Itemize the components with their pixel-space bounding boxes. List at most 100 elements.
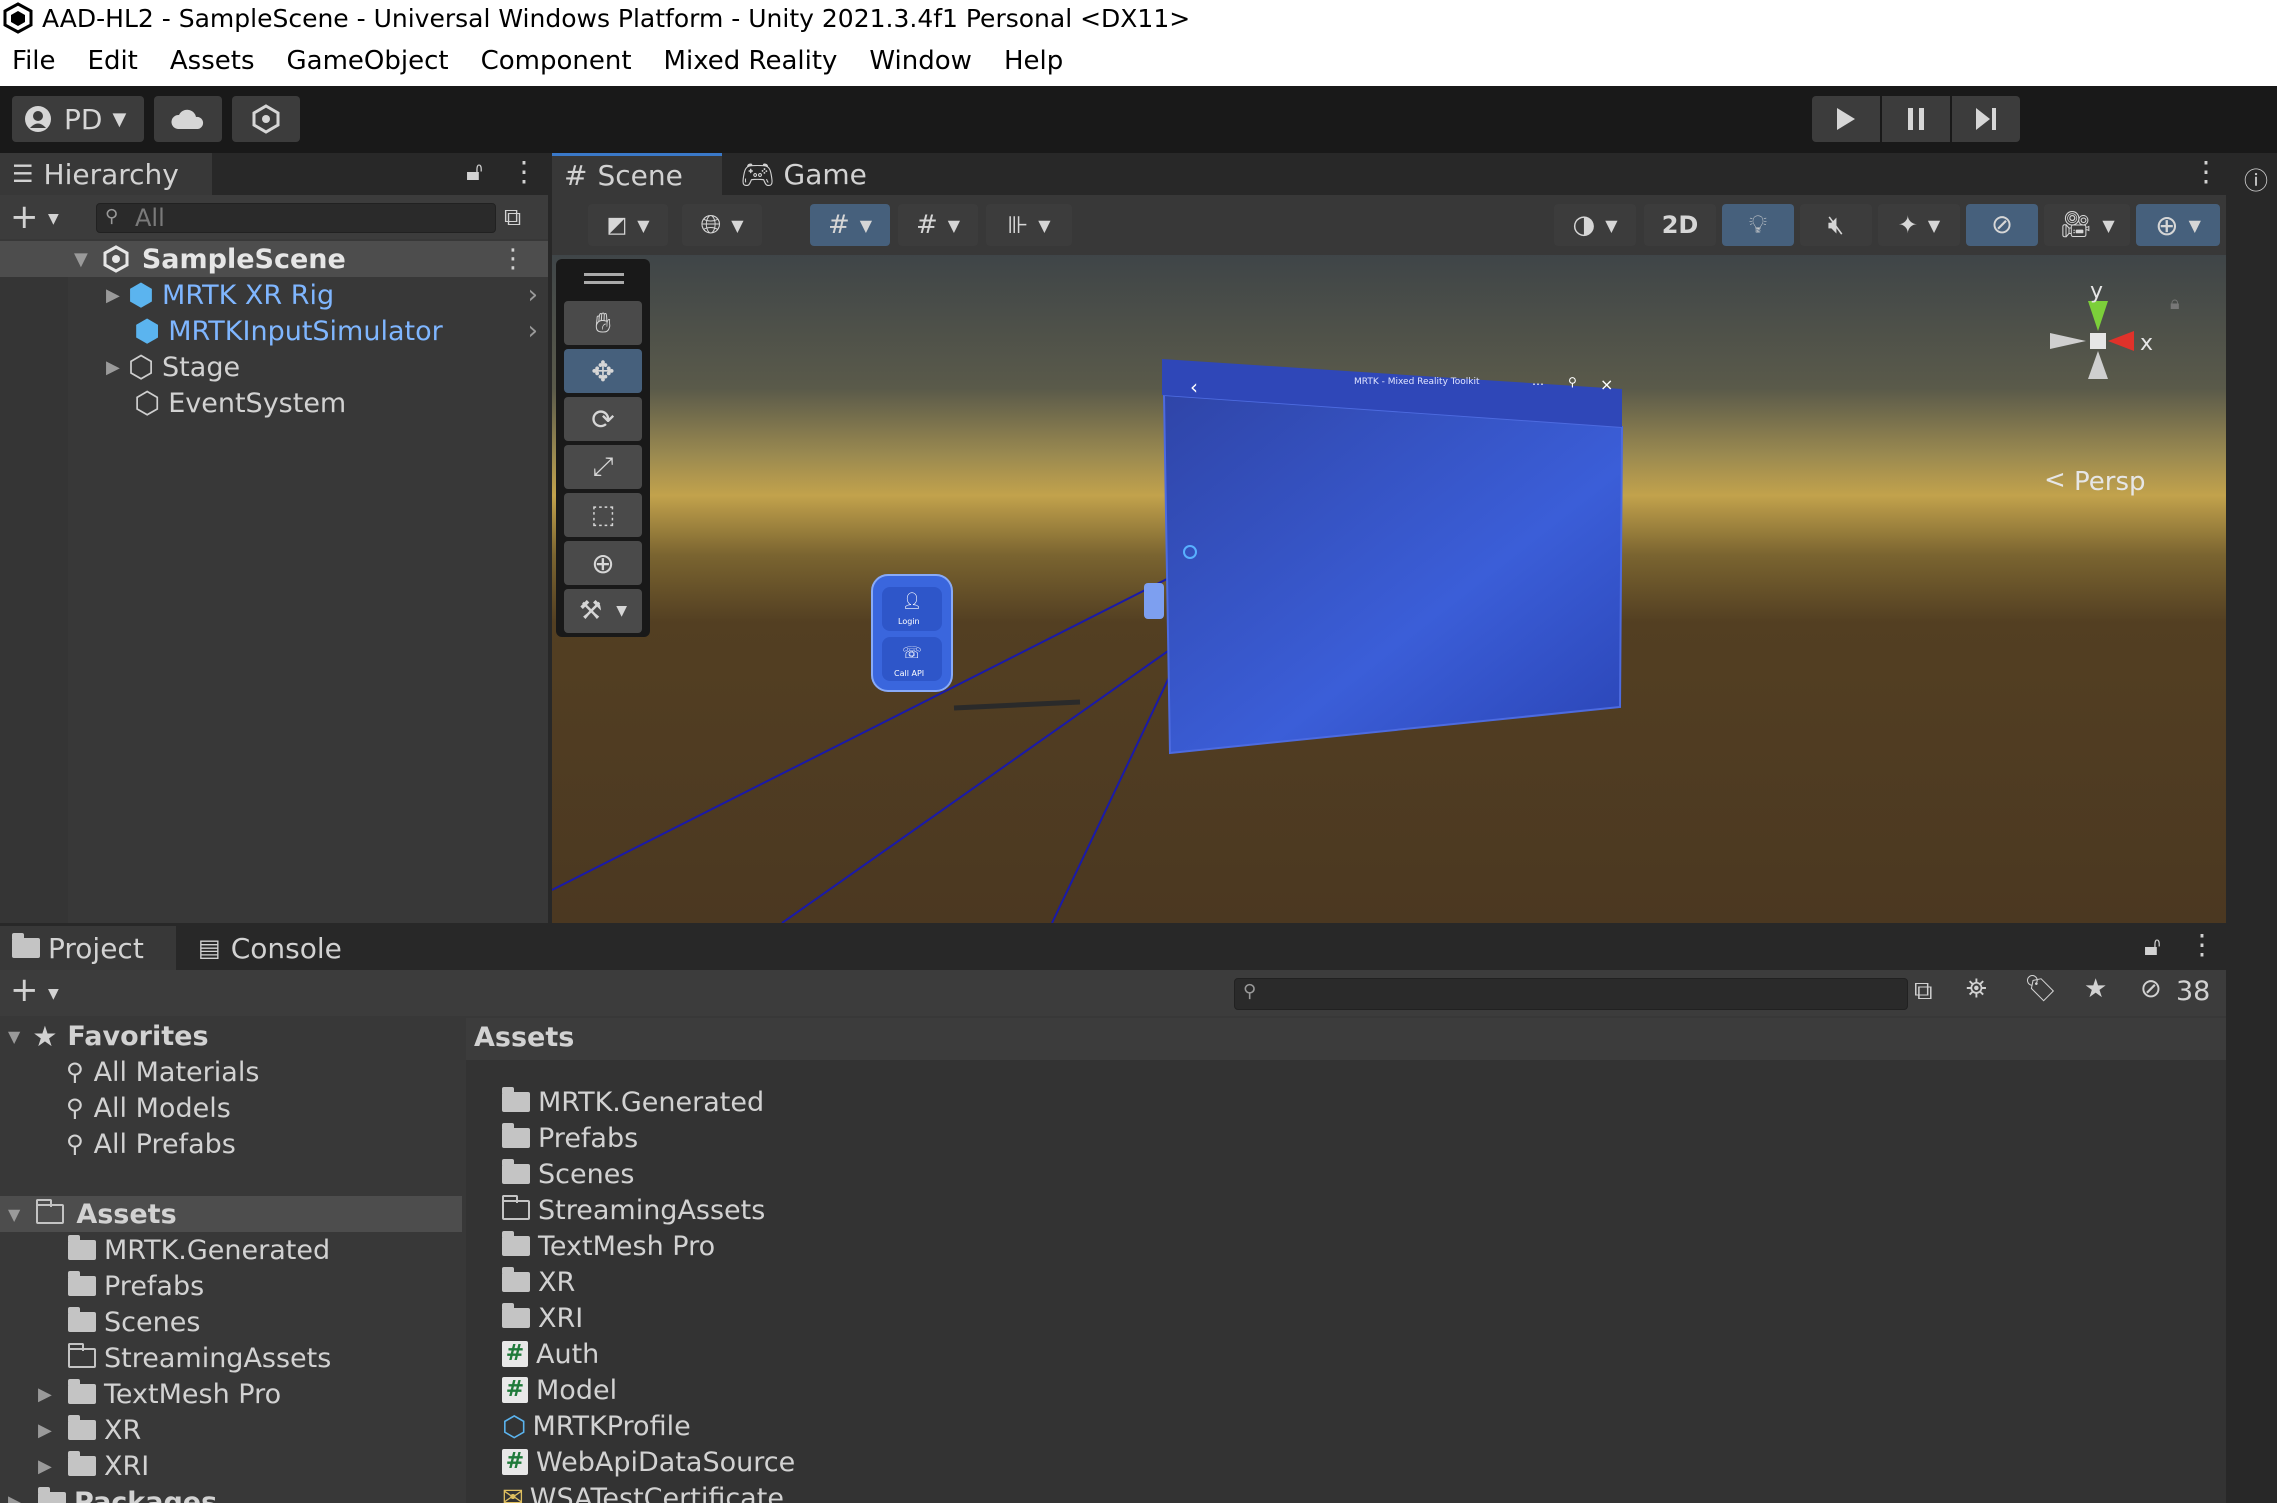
expand-arrow-icon[interactable]: ▶: [38, 1456, 60, 1477]
more-options-icon[interactable]: ⋮: [510, 155, 538, 188]
chevron-right-icon[interactable]: ›: [528, 280, 538, 310]
packages-row[interactable]: ▶ Packages: [8, 1484, 217, 1503]
cloud-button[interactable]: [154, 96, 222, 142]
asset-item[interactable]: Prefabs: [502, 1120, 638, 1156]
expand-arrow-icon[interactable]: ▼: [74, 249, 88, 270]
chevron-down-icon[interactable]: ▼: [48, 986, 59, 1002]
grid-snap-button[interactable]: # ▼: [810, 204, 890, 246]
lock-icon[interactable]: 🔓︎: [2144, 932, 2161, 963]
login-label[interactable]: Login: [898, 617, 920, 626]
chevron-right-icon[interactable]: ›: [528, 316, 538, 346]
menu-help[interactable]: Help: [1004, 46, 1063, 76]
expand-arrow-icon[interactable]: ▼: [8, 1027, 20, 1046]
expand-arrow-icon[interactable]: ▶: [38, 1384, 60, 1405]
expand-arrow-icon[interactable]: ▶: [8, 1492, 30, 1503]
menu-edit[interactable]: Edit: [88, 46, 138, 76]
asset-item[interactable]: XRI: [502, 1300, 583, 1336]
label-tag-icon[interactable]: 🏷︎: [2024, 974, 2057, 1004]
hierarchy-item-stage[interactable]: ▶ ⬡ Stage: [0, 349, 548, 385]
favorite-item[interactable]: ⚲ All Prefabs: [66, 1126, 236, 1162]
hierarchy-search-input[interactable]: ⚲ All: [96, 203, 496, 233]
camera-button[interactable]: 🎥︎ ▼: [2044, 204, 2130, 246]
tree-folder[interactable]: Scenes: [68, 1304, 200, 1340]
move-tool-button[interactable]: ✥: [564, 349, 642, 393]
favorite-star-icon[interactable]: ★: [2084, 974, 2107, 1004]
pause-button[interactable]: [1882, 96, 1950, 142]
hierarchy-item-mrtk-xr-rig[interactable]: ▶ ⬢ MRTK XR Rig ›: [0, 277, 548, 313]
gizmos-button[interactable]: ⊕ ▼: [2136, 204, 2220, 246]
draw-mode-button[interactable]: ◩ ▼: [588, 204, 668, 246]
asset-item[interactable]: # Model: [502, 1372, 617, 1408]
ruler-button[interactable]: ⊪ ▼: [986, 204, 1072, 246]
more-options-icon[interactable]: ⋮: [2188, 928, 2216, 961]
call-api-label[interactable]: Call API: [894, 669, 924, 678]
filter-icon[interactable]: ⧉: [504, 203, 521, 231]
menu-mixed-reality[interactable]: Mixed Reality: [664, 46, 838, 76]
lock-icon[interactable]: 🔒︎: [2170, 293, 2180, 314]
collab-button[interactable]: [232, 96, 300, 142]
scene-row[interactable]: ▼ SampleScene ⋮: [0, 241, 548, 277]
favorite-item[interactable]: ⚲ All Models: [66, 1090, 231, 1126]
incremental-snap-button[interactable]: # ▼: [898, 204, 978, 246]
hierarchy-item-event-system[interactable]: ⬡ EventSystem: [0, 385, 548, 421]
audio-toggle-button[interactable]: 🔇︎: [1800, 204, 1872, 246]
more-options-icon[interactable]: ⋮: [500, 244, 526, 274]
tree-folder[interactable]: StreamingAssets: [68, 1340, 331, 1376]
project-search-input[interactable]: ⚲: [1234, 978, 1908, 1010]
chevron-down-icon[interactable]: ▼: [48, 211, 59, 227]
custom-tool-button[interactable]: ⚒ ▼: [564, 589, 642, 633]
drag-handle-icon[interactable]: [584, 273, 624, 276]
rotate-tool-button[interactable]: ⟳: [564, 397, 642, 441]
tab-project[interactable]: Project: [0, 926, 176, 970]
add-icon[interactable]: +: [10, 970, 39, 1010]
favorites-header[interactable]: ▼ ★ Favorites: [0, 1018, 462, 1054]
asset-item[interactable]: Scenes: [502, 1156, 634, 1192]
lock-icon[interactable]: 🔓︎: [466, 157, 483, 188]
info-icon[interactable]: ⓘ: [2244, 161, 2268, 196]
ellipsis-icon[interactable]: ⋯: [1532, 377, 1544, 391]
tab-console[interactable]: ▤ Console: [186, 926, 366, 970]
persp-label[interactable]: Persp: [2074, 467, 2146, 497]
asset-item[interactable]: ⬡ MRTKProfile: [502, 1408, 691, 1444]
hidden-packages-icon[interactable]: ⊘: [2140, 974, 2162, 1004]
asset-item[interactable]: XR: [502, 1264, 575, 1300]
asset-item[interactable]: TextMesh Pro: [502, 1228, 715, 1264]
expand-arrow-icon[interactable]: ▼: [8, 1205, 20, 1224]
hierarchy-item-mrtk-input-simulator[interactable]: ⬢ MRTKInputSimulator ›: [0, 313, 548, 349]
favorite-item[interactable]: ⚲ All Materials: [66, 1054, 259, 1090]
shading-mode-button[interactable]: ◑ ▼: [1554, 204, 1636, 246]
asset-item[interactable]: # WebApiDataSource: [502, 1444, 795, 1480]
global-button[interactable]: 🌐︎ ▼: [682, 204, 762, 246]
tab-hierarchy[interactable]: ☰ Hierarchy: [0, 153, 212, 195]
menu-file[interactable]: File: [12, 46, 56, 76]
tree-folder[interactable]: ▶ XR: [38, 1412, 141, 1448]
breadcrumb-assets[interactable]: Assets: [474, 1022, 574, 1053]
filter-by-type-icon[interactable]: ⛯: [1966, 974, 1987, 1005]
lighting-toggle-button[interactable]: 💡︎: [1722, 204, 1794, 246]
transform-tool-button[interactable]: ⊕: [564, 541, 642, 585]
scale-tool-button[interactable]: ⤢: [564, 445, 642, 489]
search-by-type-icon[interactable]: ⧉: [1914, 976, 1933, 1007]
menu-gameobject[interactable]: GameObject: [287, 46, 449, 76]
close-icon[interactable]: ×: [1600, 375, 1613, 394]
asset-item[interactable]: ✉ WSATestCertificate: [502, 1480, 784, 1503]
tab-scene[interactable]: # Scene: [552, 153, 722, 195]
asset-item[interactable]: MRTK.Generated: [502, 1084, 764, 1120]
tree-folder[interactable]: ▶ TextMesh Pro: [38, 1376, 281, 1412]
effects-button[interactable]: ✦ ▼: [1878, 204, 1960, 246]
tree-folder[interactable]: Prefabs: [68, 1268, 204, 1304]
expand-arrow-icon[interactable]: ▶: [106, 285, 120, 306]
expand-arrow-icon[interactable]: ▶: [38, 1420, 60, 1441]
play-button[interactable]: [1812, 96, 1880, 142]
tab-game[interactable]: 🎮︎ Game: [728, 153, 868, 195]
more-options-icon[interactable]: ⋮: [2192, 155, 2220, 188]
menu-assets[interactable]: Assets: [170, 46, 255, 76]
back-arrow-icon[interactable]: ‹: [1190, 375, 1198, 399]
scene-viewport[interactable]: ‹ MRTK - Mixed Reality Toolkit ⋯ ⚲ × 👤︎ …: [552, 255, 2226, 923]
asset-item[interactable]: # Auth: [502, 1336, 599, 1372]
expand-arrow-icon[interactable]: ▶: [106, 357, 120, 378]
pin-icon[interactable]: ⚲: [1568, 375, 1577, 389]
add-icon[interactable]: +: [10, 197, 39, 237]
asset-item[interactable]: StreamingAssets: [502, 1192, 765, 1228]
assets-root-row[interactable]: ▼ Assets: [0, 1196, 462, 1232]
